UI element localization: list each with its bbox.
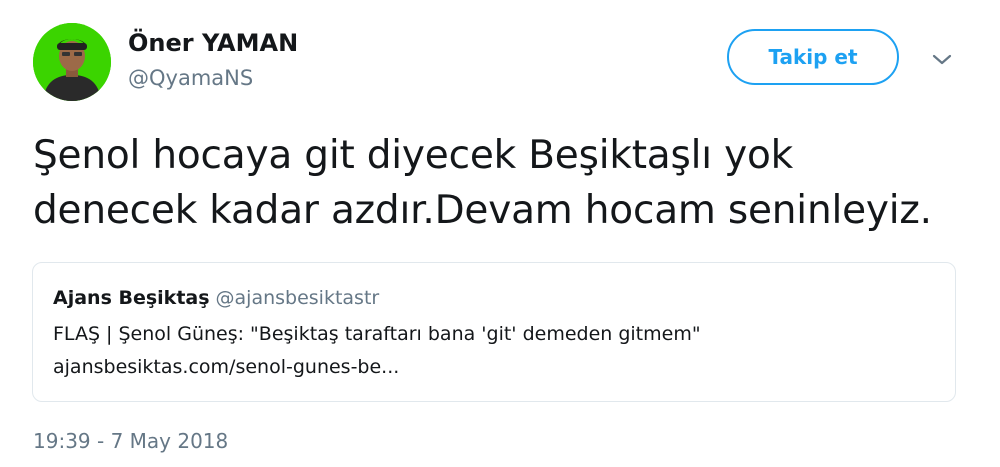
- tweet-text-line: denecek kadar azdır.Devam hocam seninley…: [33, 188, 932, 233]
- tweet-text: Şenol hocaya git diyecek Beşiktaşlı yok …: [33, 128, 973, 238]
- tweet-card: Öner YAMAN @QyamaNS Takip et Şenol hocay…: [0, 0, 1000, 467]
- avatar-image: [33, 23, 111, 101]
- avatar[interactable]: [33, 23, 111, 101]
- follow-button[interactable]: Takip et: [727, 29, 899, 85]
- quoted-author-name: Ajans Beşiktaş: [53, 287, 210, 309]
- tweet-text-line: Şenol hocaya git diyecek Beşiktaşlı yok: [33, 133, 794, 178]
- quoted-tweet-link[interactable]: ajansbesiktas.com/senol-gunes-be...: [53, 356, 399, 378]
- tweet-timestamp[interactable]: 19:39 - 7 May 2018: [33, 429, 228, 453]
- quoted-tweet-header: Ajans Beşiktaş @ajansbesiktastr: [53, 287, 379, 309]
- chevron-down-icon[interactable]: [930, 48, 954, 72]
- quoted-tweet[interactable]: Ajans Beşiktaş @ajansbesiktastr FLAŞ | Şe…: [32, 262, 956, 402]
- author-handle[interactable]: @QyamaNS: [128, 66, 253, 90]
- author-display-name[interactable]: Öner YAMAN: [128, 29, 298, 57]
- quoted-tweet-text: FLAŞ | Şenol Güneş: "Beşiktaş taraftarı …: [53, 323, 701, 345]
- quoted-author-handle: @ajansbesiktastr: [215, 287, 380, 309]
